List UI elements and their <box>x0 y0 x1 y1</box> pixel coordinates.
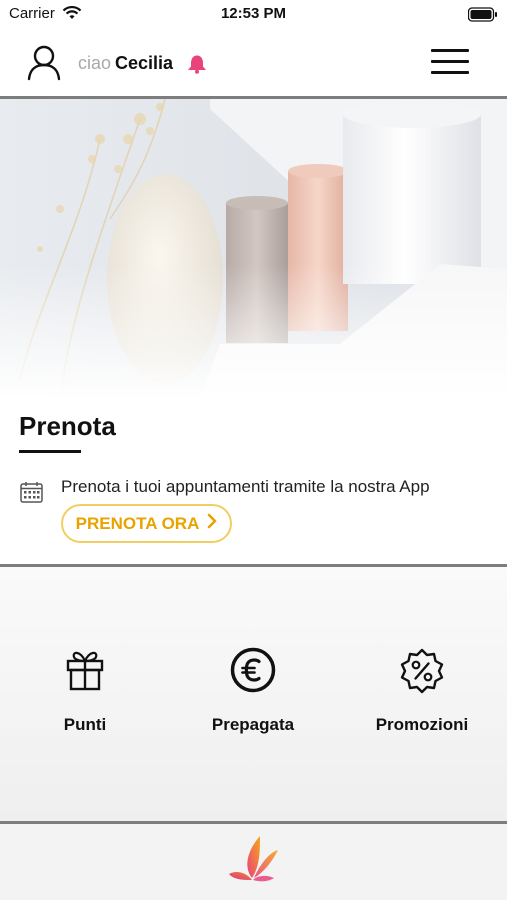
status-time: 12:53 PM <box>220 5 287 22</box>
booking-title: Prenota <box>19 411 116 441</box>
feature-label: Punti <box>63 715 107 734</box>
feature-punti[interactable]: Punti <box>0 647 170 735</box>
feature-promozioni[interactable]: Promozioni <box>337 647 507 735</box>
app-header: ciao Cecilia <box>0 32 507 96</box>
status-bar: Carrier 12:53 PM <box>0 0 507 30</box>
book-now-button[interactable]: PRENOTA ORA <box>61 504 232 543</box>
booking-description: Prenota i tuoi appuntamenti tramite la n… <box>61 477 430 496</box>
chevron-right-icon <box>207 513 217 534</box>
user-name: Cecilia <box>115 53 174 73</box>
booking-section: Prenota Prenota i tuoi appuntamenti tram… <box>0 399 507 564</box>
title-underline <box>19 450 81 453</box>
hero-image <box>0 99 507 399</box>
book-now-label: PRENOTA ORA <box>75 513 200 533</box>
butterfly-logo-icon[interactable] <box>226 834 282 891</box>
gift-icon <box>0 647 170 697</box>
feature-label: Prepagata <box>211 715 295 734</box>
bottom-bar <box>0 824 507 900</box>
user-greeting: ciao Cecilia <box>78 53 173 74</box>
percent-badge-icon <box>337 647 507 697</box>
features-grid: Punti Prepagata Promozioni <box>0 567 507 821</box>
hamburger-menu-button[interactable] <box>431 49 471 75</box>
greeting-prefix: ciao <box>78 53 112 73</box>
feature-prepagata[interactable]: Prepagata <box>168 647 338 735</box>
user-avatar-icon[interactable] <box>26 44 62 87</box>
battery-icon <box>467 7 498 27</box>
euro-icon <box>168 647 338 697</box>
bell-icon[interactable] <box>186 54 208 79</box>
feature-label: Promozioni <box>375 715 469 734</box>
calendar-icon <box>20 481 43 508</box>
